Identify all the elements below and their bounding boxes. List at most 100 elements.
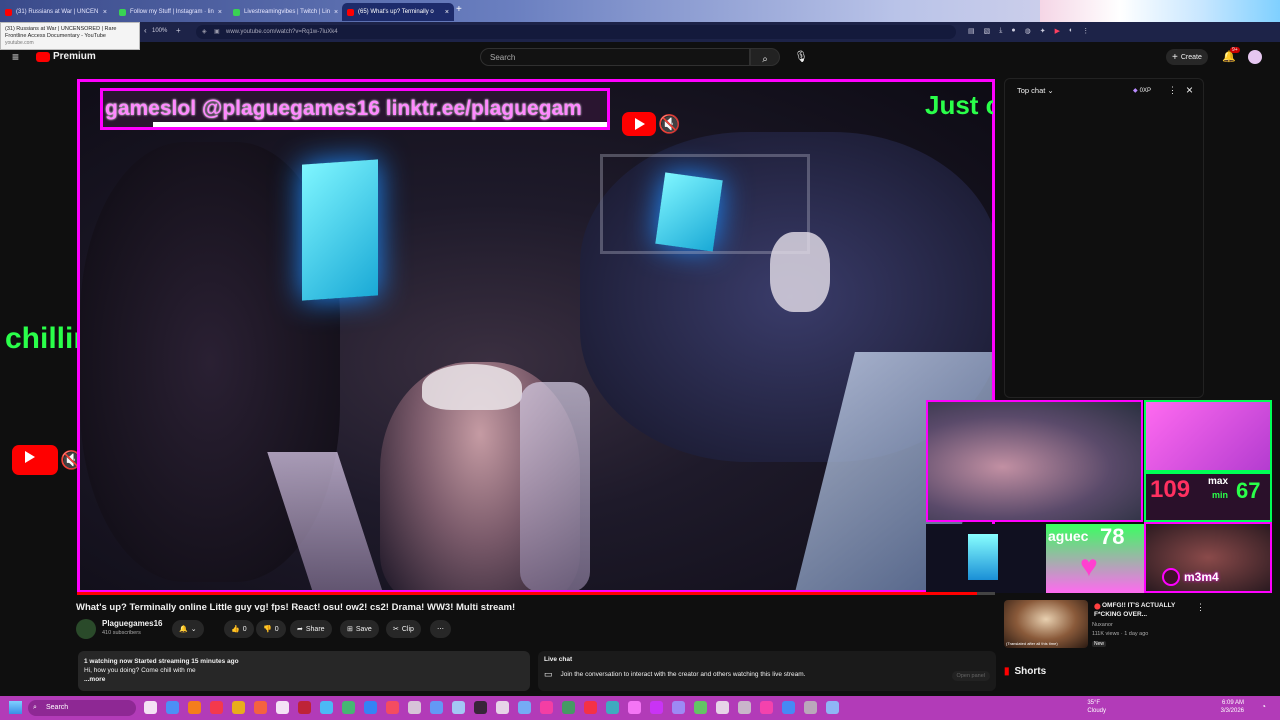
taskbar-app-icon[interactable]: [430, 701, 443, 714]
taskbar-app-icon[interactable]: [188, 701, 201, 714]
notification-bell-button[interactable]: 🔔 ⌄: [172, 620, 204, 638]
browser-tab-active[interactable]: (65) What's up? Terminally o ×: [342, 3, 454, 21]
close-icon[interactable]: ×: [1186, 83, 1193, 97]
taskbar-app-icon[interactable]: [232, 701, 245, 714]
taskbar-app-icon[interactable]: [518, 701, 531, 714]
taskbar-app-icon[interactable]: [782, 701, 795, 714]
taskbar-app-icon[interactable]: [320, 701, 333, 714]
windows-start-icon[interactable]: [9, 701, 22, 714]
taskbar-app-icon[interactable]: [826, 701, 839, 714]
hamburger-menu-icon[interactable]: ≡: [12, 50, 19, 64]
browser-tab[interactable]: Livestreamingvibes | Twitch | Lin ×: [228, 3, 340, 21]
stats-panel: 109 max min 67: [1144, 472, 1272, 522]
url-field[interactable]: ◈ ▣ www.youtube.com/watch?v=Rq1w-7luXk4: [196, 25, 956, 39]
lock-icon[interactable]: ▣: [214, 25, 220, 39]
search-input[interactable]: Search: [480, 48, 750, 66]
clip-button[interactable]: ✂ Clip: [386, 620, 421, 638]
face-cam: [926, 400, 1143, 522]
youtube-logo[interactable]: Premium: [36, 51, 96, 62]
points-badge[interactable]: ◆ 0XP: [1133, 87, 1151, 95]
video-progress-bar[interactable]: [77, 592, 995, 595]
points-value: 0XP: [1139, 87, 1151, 94]
scissors-icon: ✂: [393, 626, 399, 633]
taskbar-app-icon[interactable]: [342, 701, 355, 714]
taskbar-app-icon[interactable]: [386, 701, 399, 714]
create-button[interactable]: + Create: [1166, 49, 1208, 65]
weather-widget[interactable]: 35°F Cloudy: [1087, 699, 1106, 715]
taskbar-app-icon[interactable]: [474, 701, 487, 714]
search-button[interactable]: ⌕: [750, 48, 780, 66]
taskbar-app-icon[interactable]: [562, 701, 575, 714]
extension-icon[interactable]: ▤: [968, 27, 975, 37]
taskbar-app-icon[interactable]: [452, 701, 465, 714]
download-icon[interactable]: ⤓: [999, 27, 1002, 37]
browser-tab[interactable]: (31) Russians at War | UNCEN ×: [0, 3, 112, 21]
linktree-favicon-icon: [119, 8, 126, 16]
channel-name[interactable]: Plaguegames16: [102, 619, 162, 628]
extension-icon[interactable]: ✦: [1040, 27, 1046, 37]
dislike-button[interactable]: 👎 0: [256, 620, 286, 638]
description-box[interactable]: 1 watching now Started streaming 15 minu…: [78, 651, 530, 691]
extension-icon[interactable]: ◍: [1025, 27, 1031, 37]
browser-tab[interactable]: Follow my Stuff | Instagram · lin ×: [114, 3, 226, 21]
more-options-icon[interactable]: ⋮: [1168, 85, 1177, 96]
open-panel-button[interactable]: Open panel: [951, 671, 990, 681]
taskbar-app-icon[interactable]: [210, 701, 223, 714]
taskbar-app-icon[interactable]: [298, 701, 311, 714]
extension-icon[interactable]: ▶: [1055, 27, 1060, 37]
taskbar-search[interactable]: ⌕ Search: [28, 700, 136, 716]
reco-title-line: OMFG!! IT'S ACTUALLY: [1102, 602, 1176, 609]
heart-icon: ♥: [1080, 550, 1098, 583]
taskbar-app-icon[interactable]: [738, 701, 751, 714]
close-icon[interactable]: ×: [445, 9, 449, 16]
top-chat-dropdown[interactable]: Top chat ⌄: [1017, 86, 1054, 95]
video-thumbnail[interactable]: (Translated after all this time): [1004, 600, 1088, 648]
zoom-level[interactable]: 100%: [152, 28, 167, 34]
extension-icon[interactable]: ◐: [1069, 27, 1073, 37]
close-icon[interactable]: ×: [103, 9, 107, 16]
points-icon: ◆: [1133, 88, 1138, 94]
clock-date[interactable]: 3/3/2026: [1221, 707, 1244, 715]
taskbar-app-icon[interactable]: [144, 701, 157, 714]
more-actions-button[interactable]: ⋯: [430, 620, 451, 638]
channel-avatar[interactable]: [76, 619, 96, 639]
taskbar-app-icon[interactable]: [672, 701, 685, 714]
taskbar-app-icon[interactable]: [276, 701, 289, 714]
taskbar-app-icon[interactable]: [496, 701, 509, 714]
extension-icon[interactable]: ▧: [984, 27, 991, 37]
taskbar-app-icon[interactable]: [650, 701, 663, 714]
taskbar-app-icon[interactable]: [694, 701, 707, 714]
avatar[interactable]: [1248, 50, 1262, 64]
recommended-video[interactable]: (Translated after all this time) ⬤ OMFG!…: [1004, 600, 1205, 656]
close-icon[interactable]: ×: [218, 9, 222, 16]
taskbar-app-icon[interactable]: [606, 701, 619, 714]
microphone-icon[interactable]: 🎙: [794, 50, 808, 63]
taskbar-app-icon[interactable]: [364, 701, 377, 714]
taskbar-app-icon[interactable]: [540, 701, 553, 714]
more-options-icon[interactable]: ⋮: [1196, 602, 1205, 613]
back-icon[interactable]: ‹: [144, 26, 147, 35]
taskbar-app-icon[interactable]: [628, 701, 641, 714]
clock-time[interactable]: 6:09 AM: [1221, 699, 1244, 707]
notification-icon[interactable]: ◔: [1261, 702, 1266, 711]
taskbar-app-icon[interactable]: [254, 701, 267, 714]
taskbar-app-icon[interactable]: [166, 701, 179, 714]
taskbar-app-icon[interactable]: [584, 701, 597, 714]
new-tab-plus-icon[interactable]: +: [176, 26, 181, 35]
taskbar-app-icon[interactable]: [760, 701, 773, 714]
like-button[interactable]: 👍 0: [224, 620, 254, 638]
close-icon[interactable]: ×: [334, 9, 338, 16]
save-button[interactable]: ⊞ Save: [340, 620, 379, 638]
channel-row: Plaguegames16 410 subscribers 🔔 ⌄ 👍 0 👎 0 ➦…: [76, 617, 996, 641]
shield-icon[interactable]: ◈: [202, 25, 207, 39]
video-player[interactable]: gameslol @plaguegames16 linktr.ee/plague…: [77, 79, 995, 593]
taskbar-app-icon[interactable]: [716, 701, 729, 714]
new-tab-button[interactable]: +: [456, 4, 462, 15]
extension-icon[interactable]: ●: [1011, 27, 1015, 37]
taskbar-app-icon[interactable]: [804, 701, 817, 714]
menu-icon[interactable]: ⋮: [1082, 27, 1089, 37]
share-button[interactable]: ➦ Share: [290, 620, 332, 638]
more-link[interactable]: ...more: [84, 675, 524, 684]
user-tag: m3m4: [1184, 570, 1219, 584]
taskbar-app-icon[interactable]: [408, 701, 421, 714]
